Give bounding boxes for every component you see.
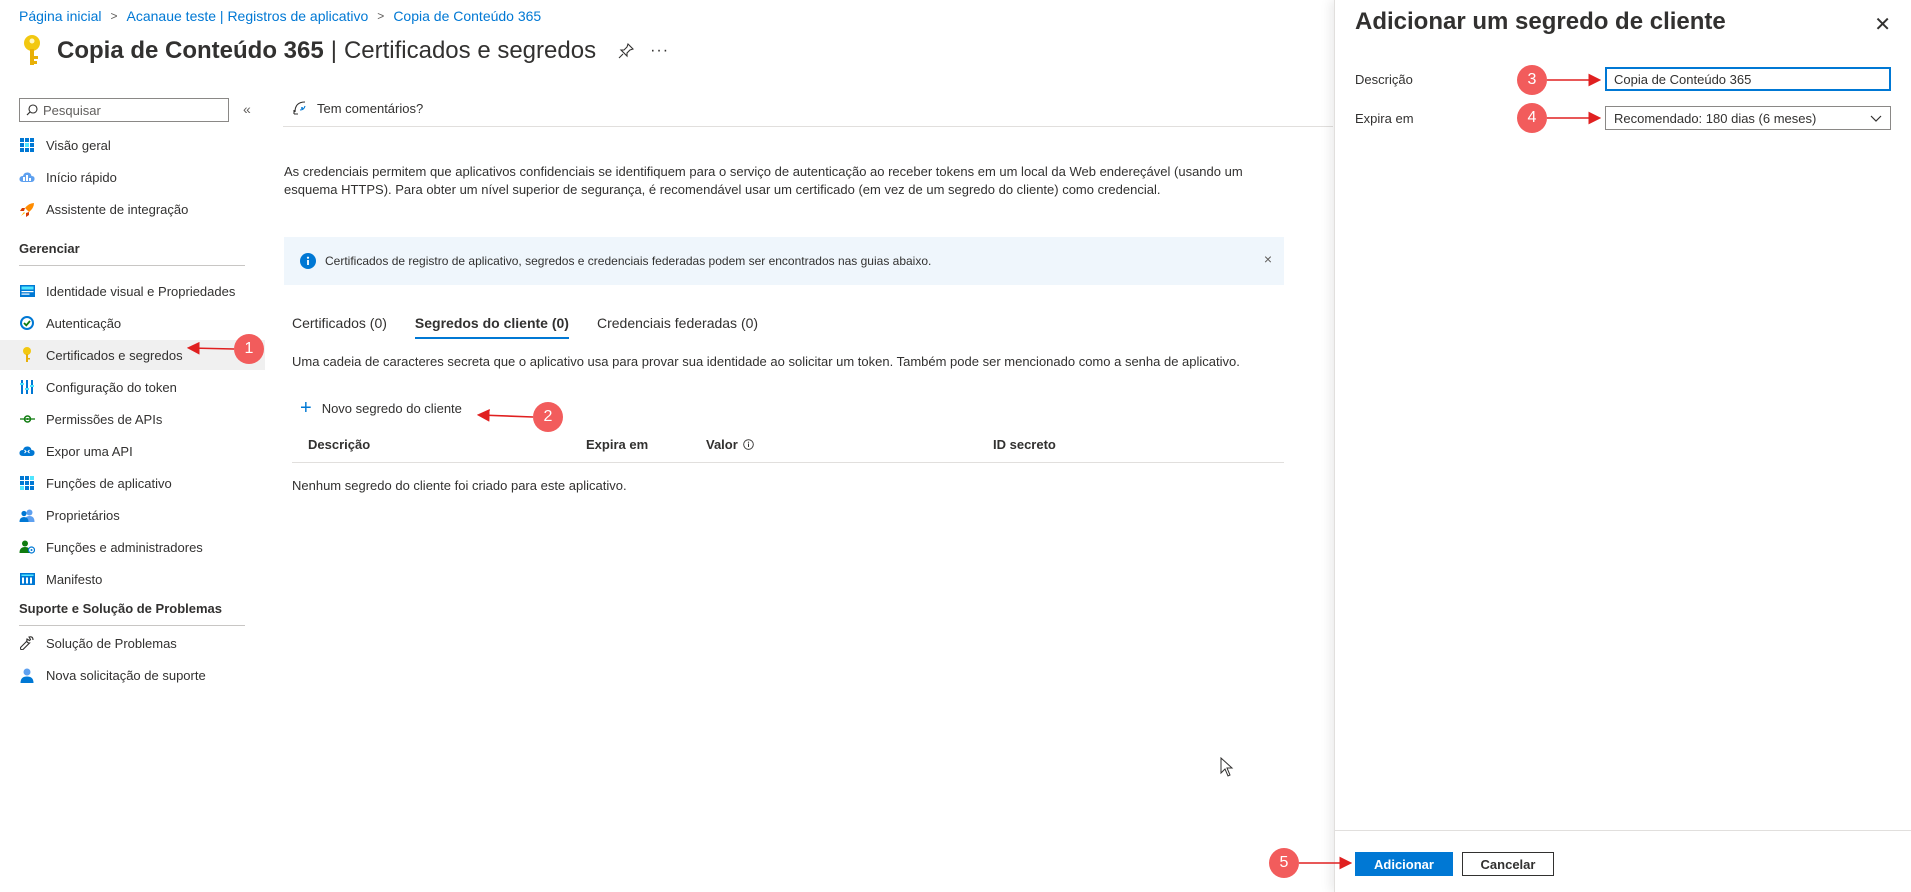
annotation-marker-5: 5 bbox=[1269, 848, 1299, 878]
annotation-arrows bbox=[186, 73, 1602, 870]
annotation-arrow-2 bbox=[476, 408, 534, 422]
annotation-marker-3: 3 bbox=[1517, 65, 1547, 95]
annotation-marker-4: 4 bbox=[1517, 103, 1547, 133]
annotation-marker-1: 1 bbox=[234, 334, 264, 364]
mouse-cursor-icon bbox=[1220, 757, 1234, 777]
annotation-arrow-1 bbox=[186, 341, 235, 355]
annotation-marker-2: 2 bbox=[533, 402, 563, 432]
